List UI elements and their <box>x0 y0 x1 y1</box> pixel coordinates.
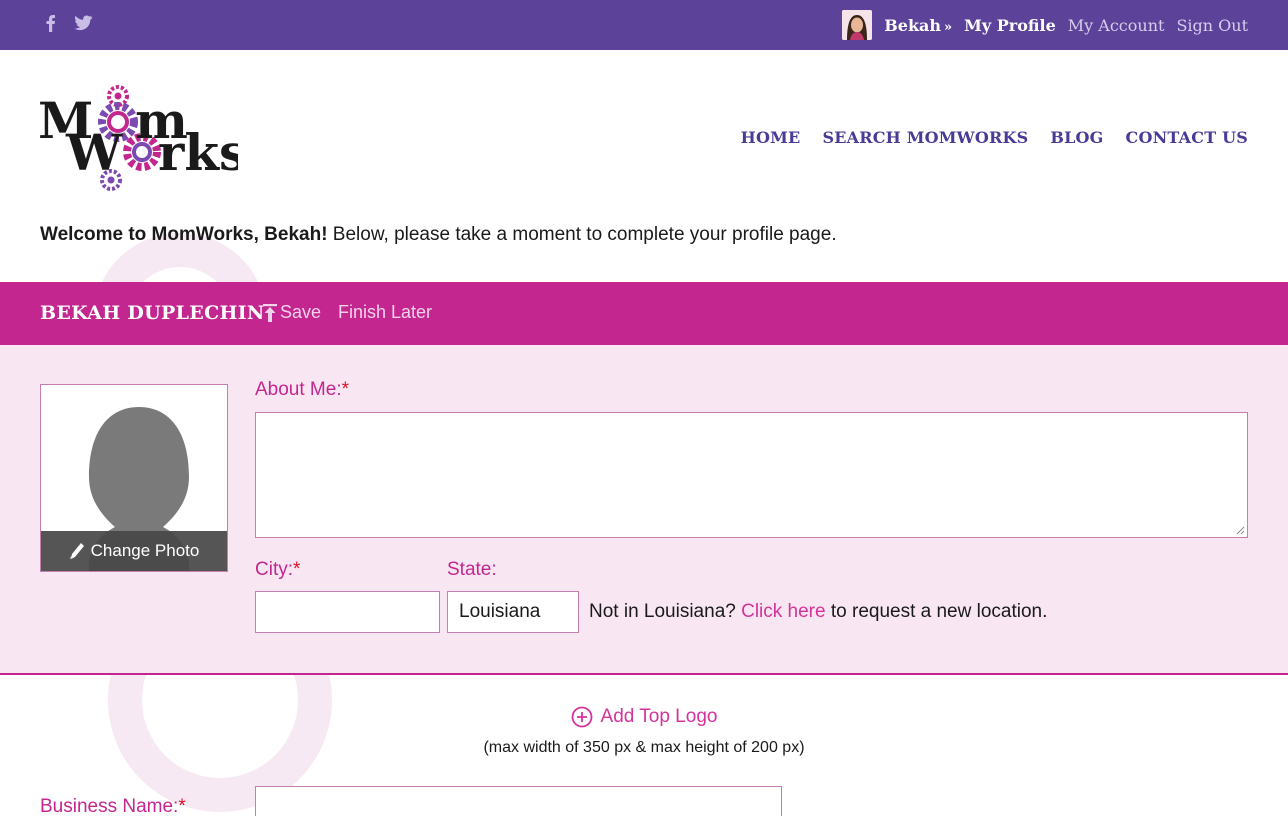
change-photo-button[interactable]: Change Photo <box>41 531 227 571</box>
change-photo-label: Change Photo <box>90 541 200 560</box>
city-label: City:* <box>255 559 300 581</box>
city-required-mark: * <box>293 559 301 580</box>
state-input[interactable]: Louisiana <box>447 591 579 633</box>
nav-home[interactable]: HOME <box>741 128 801 147</box>
profile-form-panel: Change Photo About Me:* City:* State: Lo… <box>0 345 1288 675</box>
logo-size-hint: (max width of 350 px & max height of 200… <box>483 739 805 756</box>
about-me-label-text: About Me: <box>255 379 342 400</box>
finish-later-button[interactable]: Finish Later <box>338 302 432 323</box>
save-upload-icon <box>263 303 277 322</box>
user-nav: Bekah» My Profile My Account Sign Out <box>842 0 1248 50</box>
user-name: Bekah <box>884 15 942 35</box>
my-profile-link[interactable]: My Profile <box>964 16 1056 35</box>
request-location-link[interactable]: Click here <box>741 601 825 622</box>
plus-circle-icon <box>571 706 592 728</box>
business-name-label: Business Name:* <box>40 796 186 816</box>
add-logo-section: Add Top Logo (max width of 350 px & max … <box>0 706 1288 757</box>
nav-blog[interactable]: BLOG <box>1050 128 1103 147</box>
my-account-link[interactable]: My Account <box>1068 16 1165 35</box>
facebook-icon[interactable] <box>40 12 62 34</box>
city-label-text: City: <box>255 559 293 580</box>
profile-name: BEKAH DUPLECHIN <box>40 302 265 324</box>
location-suffix: to request a new location. <box>825 601 1048 622</box>
location-note: Not in Louisiana? Click here to request … <box>589 601 1047 623</box>
avatar[interactable] <box>842 10 873 40</box>
state-label: State: <box>447 559 497 580</box>
welcome-rest: Below, please take a moment to complete … <box>327 224 837 245</box>
resize-grip-icon[interactable] <box>1235 525 1245 535</box>
welcome-message: Welcome to MomWorks, Bekah! Below, pleas… <box>40 224 837 246</box>
svg-text:W: W <box>65 123 123 182</box>
add-top-logo-button[interactable]: Add Top Logo <box>571 706 718 728</box>
city-input[interactable] <box>255 591 440 633</box>
profile-photo[interactable]: Change Photo <box>40 384 228 572</box>
save-label: Save <box>280 302 322 322</box>
save-button[interactable]: Save <box>262 302 321 323</box>
business-name-input[interactable] <box>255 786 782 816</box>
welcome-bold: Welcome to MomWorks, Bekah! <box>40 224 328 245</box>
twitter-icon[interactable] <box>72 12 94 34</box>
profile-toolbar: BEKAH DUPLECHIN Save Finish Later <box>0 282 1288 345</box>
add-top-logo-label: Add Top Logo <box>600 706 718 727</box>
social-links <box>40 12 94 34</box>
user-menu-toggle[interactable]: Bekah» <box>884 16 952 35</box>
about-required-mark: * <box>341 379 350 400</box>
user-menu-arrow-icon: » <box>944 19 953 35</box>
about-me-textarea[interactable] <box>255 412 1248 538</box>
business-required-mark: * <box>178 796 186 816</box>
about-me-label: About Me:* <box>255 379 349 401</box>
location-prefix: Not in Louisiana? <box>589 601 742 622</box>
nav-contact-us[interactable]: CONTACT US <box>1126 128 1248 147</box>
sign-out-link[interactable]: Sign Out <box>1176 16 1248 35</box>
main-nav: HOME SEARCH MOMWORKS BLOG CONTACT US <box>741 128 1248 147</box>
momworks-logo[interactable]: M m W rks <box>38 82 238 194</box>
top-bar: Bekah» My Profile My Account Sign Out <box>0 0 1288 50</box>
pencil-icon <box>69 543 84 559</box>
business-name-label-text: Business Name: <box>40 796 179 816</box>
svg-text:rks: rks <box>158 123 238 182</box>
nav-search-momworks[interactable]: SEARCH MOMWORKS <box>822 128 1028 147</box>
